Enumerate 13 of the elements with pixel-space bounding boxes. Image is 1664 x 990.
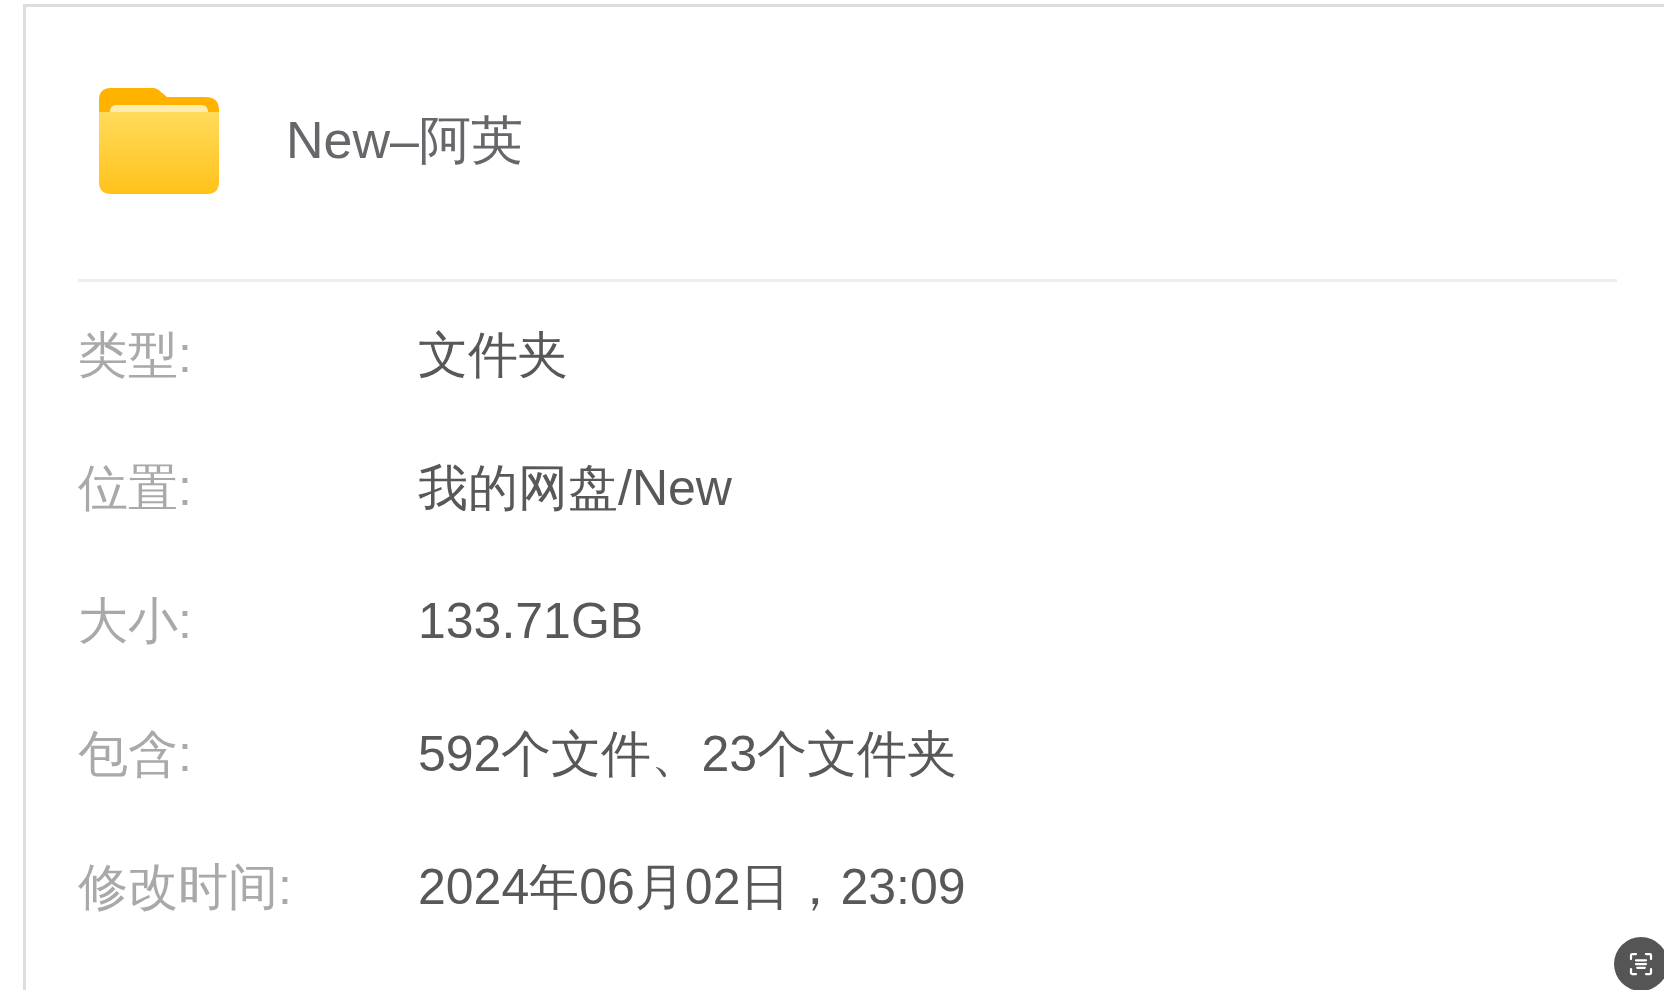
folder-name: New–阿英	[286, 110, 523, 171]
property-label: 位置:	[78, 458, 193, 518]
property-label: 包含:	[78, 724, 193, 784]
property-label: 大小:	[78, 591, 193, 651]
property-value: 我的网盘/New	[418, 458, 732, 518]
folder-icon	[99, 88, 219, 194]
scan-text-button[interactable]	[1614, 937, 1664, 990]
property-value: 133.71GB	[418, 592, 644, 650]
property-value: 文件夹	[418, 325, 568, 385]
property-value: 2024年06月02日，23:09	[418, 857, 966, 917]
property-value: 592个文件、23个文件夹	[418, 724, 958, 784]
property-label: 类型:	[78, 325, 193, 385]
property-label: 修改时间:	[78, 857, 293, 917]
